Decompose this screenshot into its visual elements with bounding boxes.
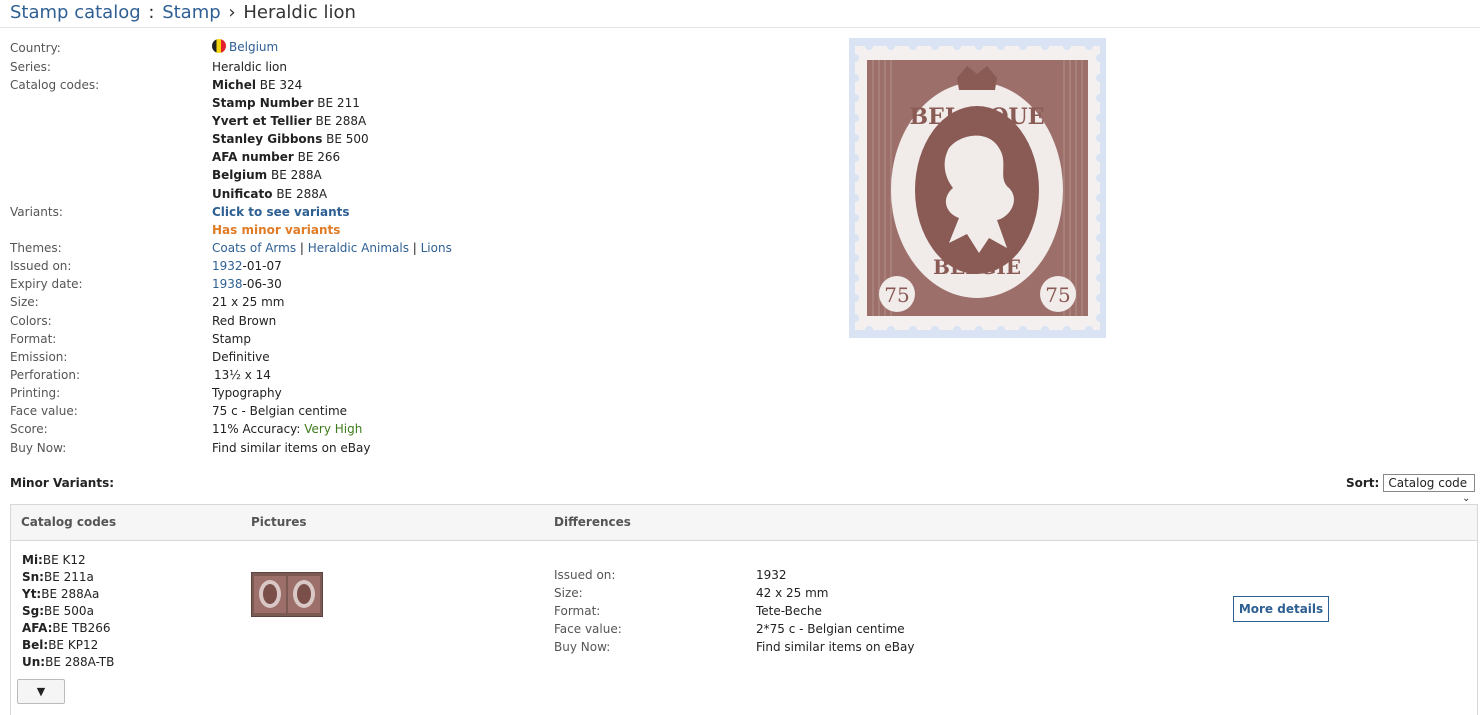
expiry-label: Expiry date: xyxy=(10,277,83,291)
catalog-code-stanley-gibbons: Stanley Gibbons BE 500 xyxy=(212,132,369,146)
breadcrumb-arrow: › xyxy=(228,2,236,23)
issued-year-link[interactable]: 1932 xyxy=(212,259,243,273)
country-value: Belgium xyxy=(212,39,278,55)
expiry-year-link[interactable]: 1938 xyxy=(212,277,243,291)
stamp-value-left: 75 xyxy=(884,283,909,307)
colors-link[interactable]: Red Brown xyxy=(212,313,276,329)
diff-face-label: Face value: xyxy=(554,622,622,636)
accuracy-level: Very High xyxy=(304,422,363,436)
format-link[interactable]: Stamp xyxy=(212,331,251,347)
ebay-link[interactable]: Find similar items on eBay xyxy=(212,440,370,456)
catalog-code-michel: Michel BE 324 xyxy=(212,78,303,92)
diff-ebay-link[interactable]: Find similar items on eBay xyxy=(756,639,914,655)
issued-label: Issued on: xyxy=(10,259,72,273)
header-catalog-codes: Catalog codes xyxy=(21,515,117,529)
face-value-label: Face value: xyxy=(10,404,78,418)
catalog-code-stamp-number: Stamp Number BE 211 xyxy=(212,96,360,110)
more-details-button[interactable]: More details xyxy=(1233,596,1329,622)
diff-size-label: Size: xyxy=(554,586,583,600)
score-label: Score: xyxy=(10,422,48,436)
variants-label: Variants: xyxy=(10,205,63,219)
stamp-top-text: BELGIQUE xyxy=(909,104,1044,130)
catalog-code-yvert: Yvert et Tellier BE 288A xyxy=(212,114,367,128)
catalog-codes-label: Catalog codes: xyxy=(10,78,100,92)
variant-code-bel: Bel:BE KP12 xyxy=(22,638,99,652)
minor-variants-link[interactable]: Has minor variants xyxy=(212,222,340,238)
face-value: 75 c - Belgian centime xyxy=(212,404,348,418)
printing-link[interactable]: Typography xyxy=(212,385,282,401)
variant-code-un: Un:BE 288A-TB xyxy=(22,655,115,669)
diff-format-link[interactable]: Tete-Beche xyxy=(756,603,822,619)
country-link[interactable]: Belgium xyxy=(229,40,278,54)
score-value: 11% Accuracy: Very High xyxy=(212,422,363,436)
size-value: 21 x 25 mm xyxy=(212,295,285,309)
diff-format-label: Format: xyxy=(554,604,601,618)
variant-code-yt: Yt:BE 288Aa xyxy=(22,587,100,601)
header-differences: Differences xyxy=(554,515,631,529)
breadcrumb-colon: : xyxy=(148,2,155,23)
country-label: Country: xyxy=(10,41,61,55)
catalog-code-afa: AFA number BE 266 xyxy=(212,150,341,164)
stamp-bottom-text: BELGIE xyxy=(933,255,1021,279)
variant-thumbnail[interactable] xyxy=(251,572,323,617)
catalog-code-belgium: Belgium BE 288A xyxy=(212,168,322,182)
emission-link[interactable]: Definitive xyxy=(212,349,270,365)
header-pictures: Pictures xyxy=(251,515,307,529)
expiry-value: 1938-06-30 xyxy=(212,277,282,291)
diff-issued-label: Issued on: xyxy=(554,568,616,582)
catalog-code-unificato: Unificato BE 288A xyxy=(212,187,328,201)
stamp-value-right: 75 xyxy=(1045,283,1070,307)
page-title: Heraldic lion xyxy=(243,2,356,23)
header-divider xyxy=(0,27,1480,28)
stamp-image[interactable]: BELGIQUE BELGIE 75 75 xyxy=(849,38,1106,338)
variant-code-mi: Mi:BE K12 xyxy=(22,553,86,567)
diff-face-value: 2*75 c - Belgian centime xyxy=(756,622,905,636)
diff-size-value: 42 x 25 mm xyxy=(756,586,829,600)
see-variants-link[interactable]: Click to see variants xyxy=(212,204,350,220)
theme-coats-of-arms[interactable]: Coats of Arms xyxy=(212,241,296,255)
perforation-label: Perforation: xyxy=(10,368,81,382)
format-label: Format: xyxy=(10,332,57,346)
diff-buy-label: Buy Now: xyxy=(554,640,611,654)
series-label: Series: xyxy=(10,60,51,74)
series-link[interactable]: Heraldic lion xyxy=(212,59,287,75)
perforation-link[interactable]: 13½ x 14 xyxy=(214,367,271,383)
table-header: Catalog codes Pictures Differences xyxy=(11,505,1477,541)
stamp-illustration: BELGIQUE BELGIE 75 75 xyxy=(851,42,1104,334)
variant-pair-illustration xyxy=(254,576,320,613)
theme-heraldic-animals[interactable]: Heraldic Animals xyxy=(308,241,409,255)
minor-variants-table: Catalog codes Pictures Differences Mi:BE… xyxy=(10,504,1478,715)
belgium-flag-icon xyxy=(212,39,226,53)
theme-lions[interactable]: Lions xyxy=(421,241,452,255)
printing-label: Printing: xyxy=(10,386,61,400)
sort-select[interactable]: Catalog code ⌄ xyxy=(1383,474,1476,504)
breadcrumb: Stamp catalog : Stamp › Heraldic lion xyxy=(10,2,356,24)
breadcrumb-stamp[interactable]: Stamp xyxy=(162,2,220,23)
diff-issued-link[interactable]: 1932 xyxy=(756,567,787,583)
issued-value: 1932-01-07 xyxy=(212,259,282,273)
variant-catalog-codes: Mi:BE K12 Sn:BE 211a Yt:BE 288Aa Sg:BE 5… xyxy=(22,552,114,671)
variant-code-sg: Sg:BE 500a xyxy=(22,604,94,618)
expand-button[interactable]: ▼ xyxy=(17,679,65,704)
variant-code-sn: Sn:BE 211a xyxy=(22,570,94,584)
sort-control: Sort: Catalog code ⌄ xyxy=(1346,474,1476,504)
themes-value: Coats of Arms | Heraldic Animals | Lions xyxy=(212,241,452,255)
colors-label: Colors: xyxy=(10,314,52,328)
emission-label: Emission: xyxy=(10,350,68,364)
buy-now-label: Buy Now: xyxy=(10,441,67,455)
variant-code-afa: AFA:BE TB266 xyxy=(22,621,111,635)
size-label: Size: xyxy=(10,295,39,309)
sort-label: Sort: xyxy=(1346,475,1380,490)
minor-variants-title: Minor Variants: xyxy=(10,476,115,490)
breadcrumb-stamp-catalog[interactable]: Stamp catalog xyxy=(10,2,141,23)
themes-label: Themes: xyxy=(10,241,62,255)
